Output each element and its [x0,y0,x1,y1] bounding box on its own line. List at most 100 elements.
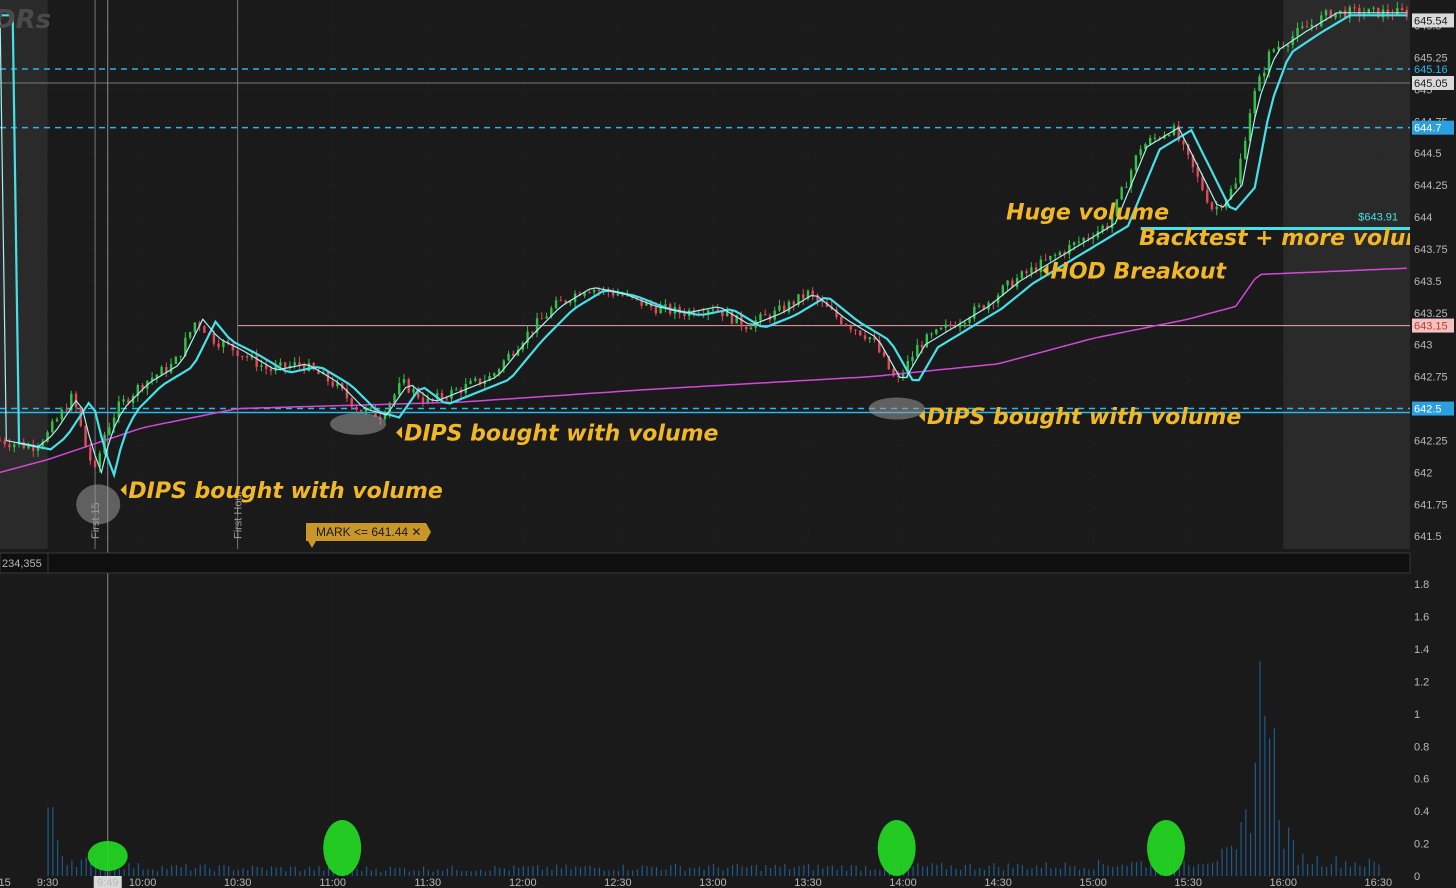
volume-bar [294,866,296,876]
candle-body [1286,44,1290,47]
volume-bar [765,865,767,876]
candle-body [1167,135,1171,137]
volume-bar [874,869,876,876]
candle-body [654,306,658,314]
candle-body [1058,252,1062,256]
volume-bar [185,864,187,876]
candle-body [1030,267,1033,274]
volume-bar [313,870,315,876]
volume-bar [356,868,358,876]
candle-body [260,365,263,367]
price-volume-chart[interactable]: $643.91 First 15First Hour DIPS bought w… [0,0,1456,888]
volume-bar [979,868,981,876]
candle-body [108,427,111,435]
candle-body [749,327,753,330]
candle-body [8,444,11,448]
volume-bar [180,867,182,876]
volume-bar [1235,849,1237,876]
volume-bar [1083,868,1085,876]
candle-body [849,325,852,330]
price-tag-label: 645.05 [1414,78,1448,90]
afterhours-shade [1283,0,1410,549]
candle-body [1201,176,1204,191]
volume-bar [1311,864,1313,876]
volume-bar [1050,868,1052,876]
candle-body [236,350,239,356]
volume-bar [475,870,477,876]
volume-bar [1321,866,1323,876]
volume-bar [442,871,444,876]
candle-body [412,388,415,393]
volume-bar [285,871,287,876]
volume-bar [1007,863,1009,876]
volume-bar [993,863,995,876]
candle-body [1353,7,1356,9]
volume-bar [484,871,486,876]
candle-body [1148,138,1152,145]
candle-body [1244,140,1247,159]
volume-bar [118,868,121,876]
volume-bar [1302,853,1304,876]
volume-bar [437,869,439,876]
volume-bar [584,866,586,876]
volume-highlight [1147,820,1186,876]
volume-bar [860,870,862,876]
candle-body [977,305,981,307]
candle-body [564,300,567,303]
candle-body [778,305,781,311]
volume-bar [61,856,63,876]
volume-bar [513,865,515,876]
volume-bar [1259,660,1261,876]
volume-bar [746,867,748,876]
volume-bar [1088,869,1090,876]
volume-bar [803,865,805,876]
volume-bar [418,870,420,876]
volume-bar [565,864,567,876]
candle-body [1372,7,1375,9]
volume-bar [1192,866,1195,876]
volume-bar [917,863,919,876]
volume-bar [693,868,696,876]
volume-bar [950,865,952,876]
volume-bar [1150,864,1152,876]
candle-body [802,294,805,299]
volume-bar [52,807,54,876]
candle-body [1386,9,1390,15]
volume-bar [361,871,363,876]
candle-body [716,309,719,311]
volume-bar [1207,863,1209,876]
candle-body [1296,27,1299,37]
candle-body [1068,244,1071,255]
volume-bar [71,860,73,876]
candle-body [1125,186,1128,188]
time-tick-label: 16:00 [1269,877,1297,888]
volume-bar [318,866,320,876]
volume-bar [499,868,501,876]
volume-bar [1278,820,1280,876]
volume-bar [1026,869,1028,876]
volume-bar [1093,869,1095,876]
volume-bar [503,868,505,876]
time-tick-label: 12:30 [604,877,632,888]
volume-bar [769,867,772,876]
volume-bar [66,865,68,876]
candle-body [217,343,220,348]
volume-bar [1045,862,1047,876]
volume-bar [1316,855,1318,876]
volume-bar [47,807,49,876]
time-tick-label: 13:00 [699,877,727,888]
volume-bar [689,867,691,876]
candle-body [169,363,173,373]
volume-bar [1226,847,1228,876]
volume-bar [304,869,306,876]
volume-bar [1126,865,1128,876]
volume-tick-label: 0.8 [1414,741,1429,753]
candle-body [1206,190,1209,203]
candle-body [0,440,2,442]
volume-bar [960,869,962,876]
volume-bar [175,865,178,876]
price-tick-label: 641.75 [1414,499,1448,511]
volume-bar [822,868,824,876]
candle-body [245,356,249,358]
candle-body [863,335,867,340]
